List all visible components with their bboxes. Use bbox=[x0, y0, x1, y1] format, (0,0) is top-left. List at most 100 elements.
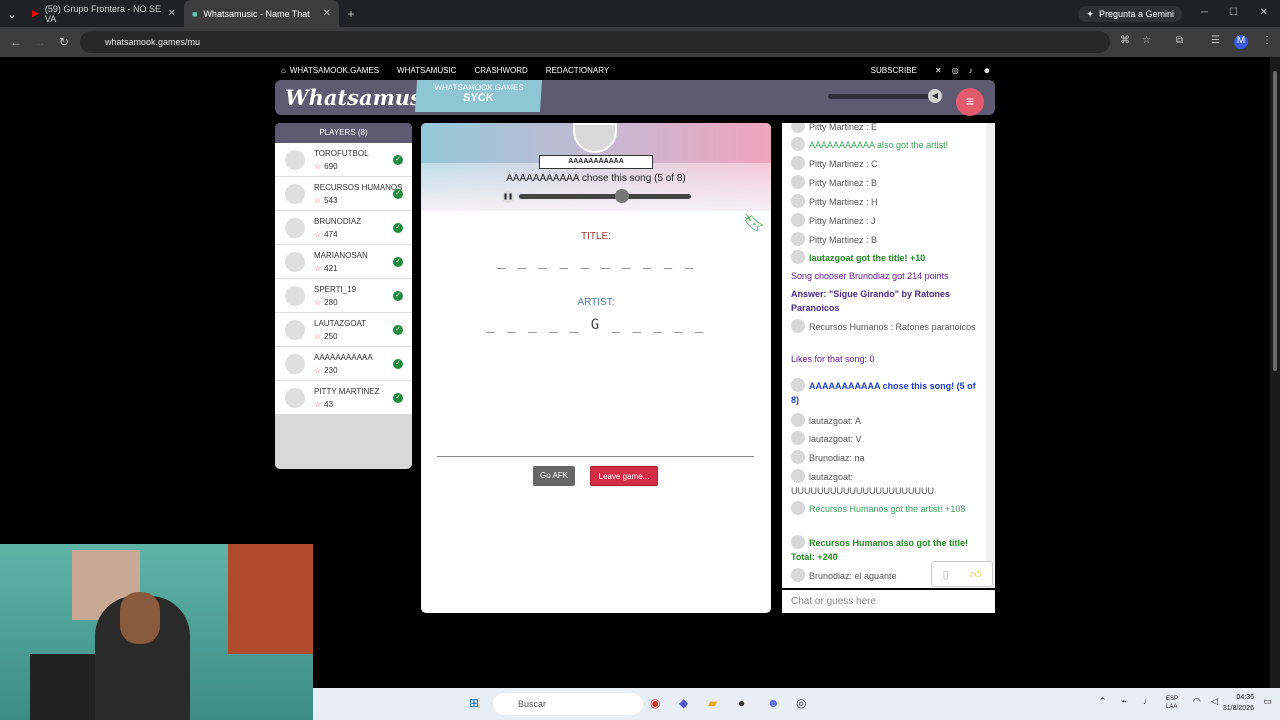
check-icon: ✓ bbox=[393, 325, 403, 335]
window-close-icon[interactable]: ✕ bbox=[1260, 7, 1268, 18]
avatar bbox=[791, 123, 805, 133]
gemini-button[interactable]: ✦ Pregunta a Gemini bbox=[1078, 6, 1182, 22]
star-icon: ☆ bbox=[314, 332, 322, 341]
chrome-icon[interactable]: ◉ bbox=[650, 696, 660, 710]
chat-message-text: Likes for that song: 0 bbox=[791, 354, 875, 364]
player-row[interactable]: AAAAAAAAAAA ☆ 230 ✓ bbox=[275, 347, 412, 381]
volume-icon[interactable]: ◀ bbox=[928, 89, 942, 103]
chat-input[interactable]: Chat or guess here bbox=[782, 590, 995, 613]
file-explorer-icon[interactable]: ▰ bbox=[708, 696, 717, 710]
chat-message-text: Pitty Martinez : J bbox=[809, 216, 876, 226]
home-icon[interactable]: ⌂ bbox=[281, 66, 286, 75]
teams-icon[interactable]: ◆ bbox=[679, 696, 688, 710]
chat-message-text: AAAAAAAAAAA also got the artist! bbox=[809, 140, 949, 150]
nav-crashword[interactable]: CRASHWORD bbox=[474, 66, 527, 75]
windows-start-icon[interactable]: ⊞ bbox=[469, 696, 479, 710]
hamburger-menu-icon[interactable]: ≡ bbox=[956, 88, 984, 116]
thumbs-up-icon[interactable]: 👍︎ bbox=[970, 568, 982, 581]
nav-whatsamusic[interactable]: WHATSAMUSIC bbox=[397, 66, 456, 75]
notifications-icon[interactable]: ▭ bbox=[1263, 696, 1272, 707]
player-points: ☆ 250 bbox=[314, 332, 338, 341]
chat-message: Pitty Martinez : B bbox=[791, 232, 979, 247]
reload-icon[interactable]: ↻ bbox=[52, 35, 76, 49]
webcam-overlay bbox=[0, 544, 313, 720]
minimize-icon[interactable]: ─ bbox=[1201, 7, 1208, 18]
tray-chevron-icon[interactable]: ⌃ bbox=[1099, 696, 1107, 707]
discord-icon[interactable]: ☻ bbox=[983, 66, 991, 75]
volume-slider[interactable]: ◀ bbox=[828, 89, 942, 103]
translate-icon[interactable]: ⌘ bbox=[1120, 35, 1130, 46]
clock-icon bbox=[615, 189, 629, 203]
address-bar-row: ← → ↻ whatsamook.games/mu ⌘ ☆ ⧉ ☰ M ⋮ bbox=[0, 27, 1280, 57]
profile-avatar[interactable]: M bbox=[1234, 35, 1248, 49]
wifi-icon[interactable]: ◠ bbox=[1193, 696, 1201, 707]
discord-icon[interactable]: ☻ bbox=[767, 696, 780, 710]
url-field[interactable]: whatsamook.games/mu bbox=[80, 31, 1110, 53]
extensions-icon[interactable]: ⧉ bbox=[1176, 35, 1183, 46]
menu-icon[interactable]: ⋮ bbox=[1262, 35, 1272, 46]
chat-message: lautazgoat: A bbox=[791, 413, 979, 428]
chat-message-text: Brunodiaz: el aguante bbox=[809, 571, 897, 581]
chat-panel[interactable]: Pitty Martinez : E AAAAAAAAAAA also got t… bbox=[782, 123, 995, 588]
maximize-icon[interactable]: ☐ bbox=[1229, 7, 1238, 18]
chat-message-text: Pitty Martinez : E bbox=[809, 123, 878, 132]
close-icon[interactable]: ✕ bbox=[168, 8, 176, 19]
speaker-icon[interactable]: ◁ bbox=[1211, 696, 1218, 707]
clock[interactable]: 04:36 31/8/2026 bbox=[1223, 692, 1254, 714]
star-icon: ☆ bbox=[314, 230, 322, 239]
forward-icon[interactable]: → bbox=[28, 35, 52, 49]
chat-message-text: Answer: "Sigue Girando" by Ratones Paran… bbox=[791, 289, 951, 313]
song-progress-bar bbox=[519, 189, 691, 203]
star-icon: ☆ bbox=[314, 162, 322, 171]
player-points: ☆ 43 bbox=[314, 400, 333, 409]
nav-redactionary[interactable]: REDACTIONARY bbox=[546, 66, 609, 75]
subscribe-link[interactable]: SUBSCRIBE bbox=[871, 66, 917, 75]
obs-icon[interactable]: ● bbox=[738, 696, 745, 710]
player-row[interactable]: MARIANOSAN ☆ 421 ✓ bbox=[275, 245, 412, 279]
page-scrollbar[interactable] bbox=[1270, 57, 1280, 688]
avatar bbox=[791, 535, 805, 549]
bookmark-icon[interactable]: ▯ bbox=[943, 568, 949, 581]
tab-youtube[interactable]: ▶ (59) Grupo Frontera - NO SE VA ✕ bbox=[24, 0, 184, 27]
twitter-icon[interactable]: ✕ bbox=[935, 66, 942, 75]
chat-message: Pitty Martinez : E bbox=[791, 123, 979, 134]
star-icon[interactable]: ☆ bbox=[1142, 35, 1151, 46]
url-text: whatsamook.games/mu bbox=[105, 37, 201, 47]
check-icon: ✓ bbox=[393, 393, 403, 403]
players-header: PLAYERS (8) bbox=[275, 123, 412, 143]
artist-blanks: _ _ _ _ _ G _ _ _ _ _ bbox=[486, 317, 706, 333]
avatar bbox=[791, 232, 805, 246]
close-icon[interactable]: ✕ bbox=[323, 8, 331, 19]
player-row[interactable]: RECURSOS HUMANOS ☆ 543 ✓ bbox=[275, 177, 412, 211]
sidebar-icon[interactable]: ☰ bbox=[1211, 35, 1220, 46]
player-row[interactable]: SPERTI_19 ☆ 280 ✓ bbox=[275, 279, 412, 313]
pause-icon[interactable]: ❚❚ bbox=[502, 191, 514, 203]
chat-message: lautazgoat: V bbox=[791, 431, 979, 446]
tiktok-icon[interactable]: ♪ bbox=[969, 66, 973, 75]
steam-icon[interactable]: ◎ bbox=[796, 696, 806, 710]
nav-whatsamook[interactable]: WHATSAMOOK.GAMES bbox=[290, 66, 379, 75]
go-afk-button[interactable]: Go AFK bbox=[533, 466, 575, 486]
mic-icon[interactable]: ♩ bbox=[1143, 696, 1152, 706]
badge-site: WHATSAMOOK.GAMES bbox=[434, 83, 525, 92]
taskbar-search-label: Buscar bbox=[518, 699, 547, 709]
star-icon: ☆ bbox=[314, 298, 322, 307]
chat-message-text: Pitty Martinez : B bbox=[809, 235, 878, 245]
player-row[interactable]: LAUTAZGOAT ☆ 250 ✓ bbox=[275, 313, 412, 347]
player-row[interactable]: BRUNODIAZ ☆ 474 ✓ bbox=[275, 211, 412, 245]
scrollbar-thumb[interactable] bbox=[1273, 71, 1277, 371]
language-indicator[interactable]: ESP LAA bbox=[1166, 695, 1178, 711]
instagram-icon[interactable]: ◎ bbox=[952, 66, 959, 75]
new-tab-icon[interactable]: + bbox=[339, 7, 363, 21]
chat-scrollbar[interactable] bbox=[986, 123, 994, 588]
taskbar-search[interactable]: Buscar bbox=[493, 693, 643, 715]
player-row[interactable]: PITTY MARTINEZ ☆ 43 ✓ bbox=[275, 381, 412, 415]
tab-whatsamusic[interactable]: ■ Whatsamusic - Name That ✕ bbox=[184, 0, 339, 27]
tab-list-icon[interactable]: ⌄ bbox=[0, 7, 24, 21]
back-icon[interactable]: ← bbox=[4, 35, 28, 49]
leave-game-button[interactable]: Leave game... bbox=[590, 466, 658, 486]
network-icon[interactable]: ⌁ bbox=[1121, 696, 1126, 707]
chat-message: Pitty Martinez : B bbox=[791, 175, 979, 190]
check-icon: ✓ bbox=[393, 155, 403, 165]
player-row[interactable]: TOROFUTBOL ☆ 690 ✓ bbox=[275, 143, 412, 177]
